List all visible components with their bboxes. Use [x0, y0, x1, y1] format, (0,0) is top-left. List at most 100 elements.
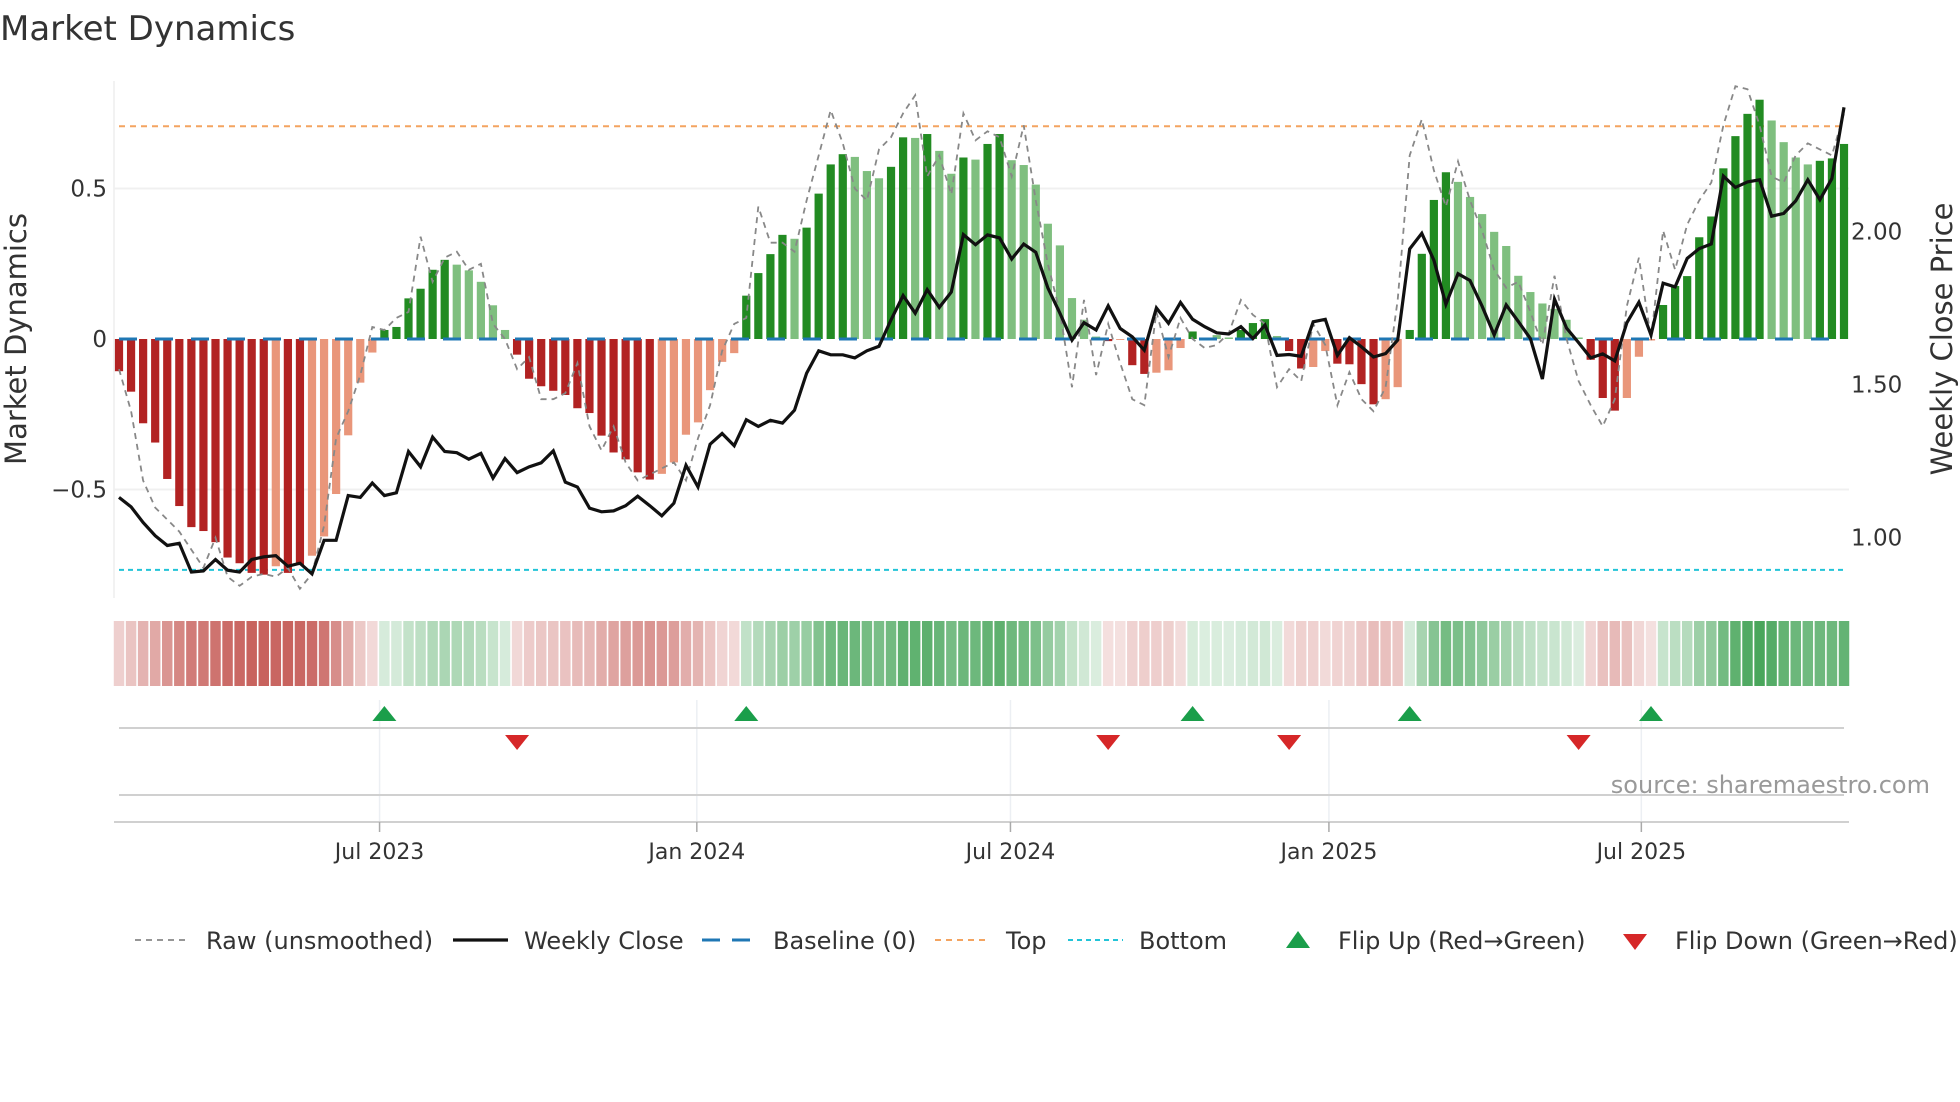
- heat-strip-cell: [777, 621, 788, 686]
- y-tick-label: 0: [92, 327, 107, 353]
- heat-strip-cell: [1416, 621, 1428, 686]
- heat-strip-cell: [1513, 621, 1524, 686]
- heat-strip-cell: [198, 621, 209, 686]
- dynamics-bar: [488, 305, 498, 339]
- heat-strip-cell: [765, 621, 776, 686]
- flip-up-marker: [734, 706, 759, 721]
- legend-swatch-up-icon: [1286, 931, 1310, 948]
- dynamics-bar: [344, 339, 353, 436]
- dynamics-bar: [971, 159, 980, 339]
- heat-strip-cell: [644, 621, 656, 686]
- dynamics-bar: [187, 339, 196, 528]
- heat-strip-cell: [825, 621, 836, 686]
- heat-strip-cell: [1163, 621, 1174, 686]
- dynamics-bar: [814, 193, 823, 339]
- heat-strip-cell: [632, 621, 643, 686]
- dynamics-bar: [1007, 160, 1016, 339]
- dynamics-bar: [669, 339, 678, 463]
- dynamics-bar: [947, 173, 956, 339]
- dynamics-bar: [838, 154, 847, 339]
- dynamics-bar: [139, 339, 148, 424]
- heat-strip-cell: [1295, 621, 1307, 686]
- dynamics-bar: [790, 238, 799, 339]
- dynamics-bar: [1309, 339, 1318, 367]
- heat-strip-cell: [342, 621, 354, 686]
- dynamics-bar: [1598, 339, 1607, 398]
- legend-label: Raw (unsmoothed): [206, 927, 433, 955]
- dynamics-bar: [416, 288, 425, 339]
- x-tick-label: Jan 2024: [646, 840, 745, 865]
- dynamics-bar: [874, 178, 884, 339]
- heat-strip-cell: [1826, 621, 1838, 686]
- dynamics-bar: [1731, 136, 1740, 339]
- dynamics-bar: [1453, 181, 1463, 339]
- heat-strip-cell: [596, 621, 607, 686]
- heat-strip-cell: [572, 621, 583, 686]
- dynamics-bar: [163, 339, 172, 479]
- heat-strip-cell: [958, 621, 969, 686]
- legend-item-down: Flip Down (Green→Red): [1623, 927, 1958, 955]
- heat-strip-cell: [704, 621, 716, 686]
- heat-strip-cell: [1476, 621, 1488, 686]
- heat-strip-cell: [560, 621, 571, 686]
- heat-strip-cell: [1235, 621, 1247, 686]
- x-tick-label: Jul 2024: [964, 840, 1056, 865]
- dynamics-bar: [705, 339, 715, 391]
- heat-strip-cell: [1078, 621, 1090, 686]
- heat-strip-cell: [1645, 621, 1657, 686]
- heat-strip-cell: [1392, 621, 1403, 686]
- heat-strip-cell: [1537, 621, 1548, 686]
- left-axis-ticks: 0.5 0 −0.5: [51, 177, 107, 504]
- heat-strip-cell: [1127, 621, 1138, 686]
- dynamics-bar: [1116, 339, 1125, 340]
- left-axis-title: Market Dynamics: [0, 213, 33, 465]
- heat-strip-cell: [584, 621, 595, 686]
- heat-strip-cell: [1742, 621, 1753, 686]
- dynamics-bar: [151, 339, 160, 443]
- dynamics-bar: [826, 164, 835, 339]
- regime-heat-strip: [113, 621, 1850, 686]
- dynamics-bar: [1152, 339, 1161, 373]
- heat-strip-cell: [885, 621, 897, 686]
- dynamics-bar: [862, 171, 872, 339]
- flip-down-marker: [1566, 735, 1591, 750]
- heat-strip-cell: [982, 621, 993, 686]
- level-lines: [119, 125, 1844, 571]
- dynamics-bar: [332, 339, 341, 495]
- heat-strip-cell: [946, 621, 957, 686]
- dynamics-bar: [1755, 99, 1764, 339]
- dynamics-bar: [1514, 275, 1523, 339]
- heat-strip-cell: [1283, 621, 1295, 686]
- dynamics-bar: [1055, 245, 1065, 339]
- heat-strip-cell: [909, 621, 921, 686]
- heat-strip-cell: [258, 621, 269, 686]
- series-lines: [118, 85, 1846, 591]
- dynamics-bar: [223, 339, 232, 558]
- source-label: source: sharemaestro.com: [1611, 771, 1930, 799]
- heat-strip-cell: [1428, 621, 1440, 686]
- dynamics-bar: [681, 339, 691, 435]
- dynamics-bar: [1791, 157, 1800, 339]
- dynamics-bar: [1779, 142, 1788, 339]
- dynamics-bar: [211, 339, 220, 543]
- heat-strip-cell: [475, 621, 487, 686]
- heat-strip-cell: [668, 621, 680, 686]
- heat-strip-cell: [1633, 621, 1645, 686]
- dynamics-bar: [935, 150, 944, 339]
- dynamics-bar: [633, 339, 642, 473]
- heat-strip-cell: [222, 621, 233, 686]
- dynamics-bar: [1538, 303, 1547, 339]
- heat-strip-cell: [1271, 621, 1283, 686]
- heat-strip-cell: [294, 621, 306, 686]
- heat-strip-cell: [1090, 621, 1102, 686]
- market-dynamics-chart: Market Dynamics 0.5 0 −0.5 2.00 1.50 1.00 Ma…: [0, 9, 1959, 955]
- heat-strip-cell: [391, 621, 402, 686]
- heat-strip-cell: [137, 621, 149, 686]
- heat-strip-cell: [1766, 621, 1777, 686]
- dynamics-bar: [1405, 329, 1414, 339]
- heat-strip-cell: [270, 621, 282, 686]
- dynamics-bar: [1285, 339, 1294, 352]
- heat-strip-cell: [149, 621, 161, 686]
- heat-strip-cell: [1187, 621, 1198, 686]
- heat-strip-cell: [487, 621, 499, 686]
